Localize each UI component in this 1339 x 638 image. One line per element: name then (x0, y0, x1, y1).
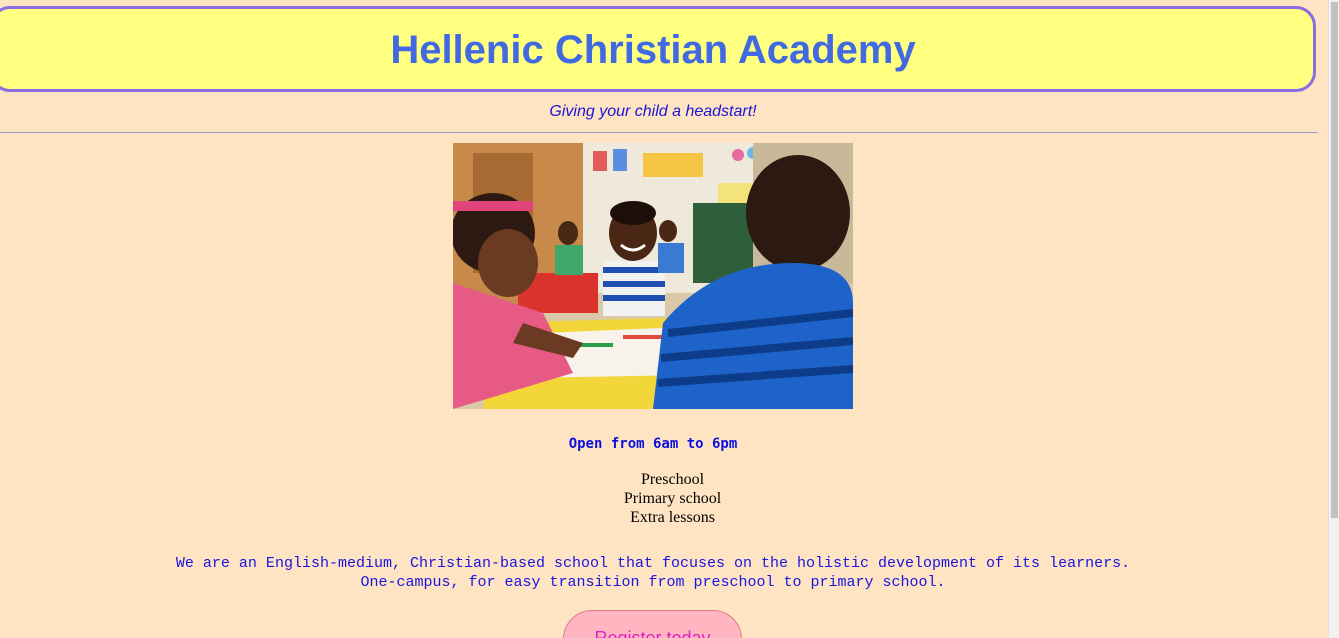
about-text: We are an English-medium, Christian-base… (0, 554, 1306, 592)
program-item: Primary school (623, 490, 722, 507)
page-title: Hellenic Christian Academy (390, 28, 916, 72)
programs-list: Preschool Primary school Extra lessons (0, 470, 1339, 527)
program-item: Preschool (640, 471, 705, 488)
about-line: We are an English-medium, Christian-base… (175, 555, 1131, 572)
opening-hours: Open from 6am to 6pm (568, 436, 738, 452)
horizontal-divider (0, 132, 1318, 133)
classroom-photo (453, 143, 853, 409)
about-line: One-campus, for easy transition from pre… (360, 574, 946, 591)
vertical-scrollbar[interactable] (1328, 0, 1339, 638)
page: Hellenic Christian Academy Giving your c… (0, 0, 1328, 638)
register-button[interactable]: Register today (563, 610, 742, 638)
tagline: Giving your child a headstart! (549, 103, 757, 120)
program-item: Extra lessons (630, 509, 715, 526)
scrollbar-thumb[interactable] (1331, 2, 1338, 518)
